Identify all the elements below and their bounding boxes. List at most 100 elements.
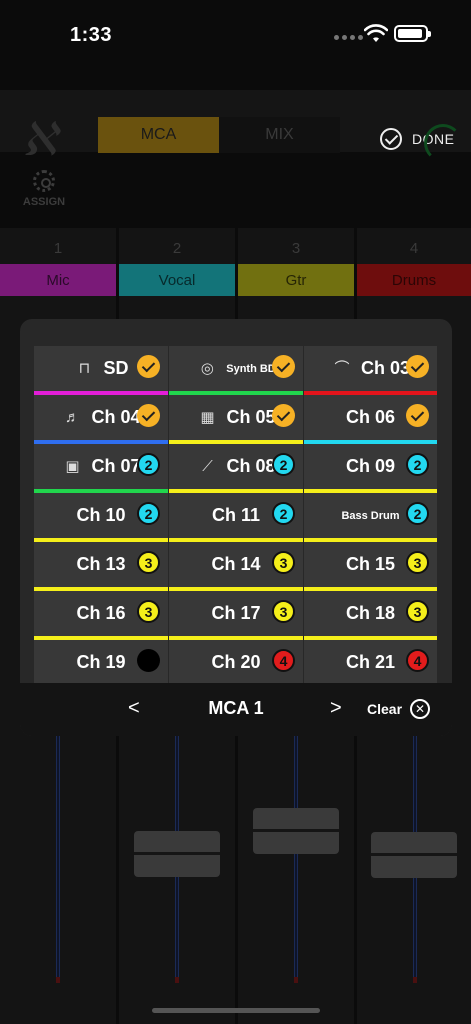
- mca-number-badge: 2: [137, 453, 160, 476]
- mca-number-badge: 3: [137, 600, 160, 623]
- assigned-check-icon: [137, 355, 160, 378]
- guitar-icon: ♬: [64, 408, 80, 426]
- strip-label[interactable]: Gtr: [238, 264, 354, 296]
- channel-name: Ch 21: [345, 652, 396, 672]
- mca-number-badge: 3: [272, 551, 295, 574]
- channel-name: Ch 06: [345, 407, 396, 427]
- fader-track: [56, 723, 60, 983]
- channel-cell[interactable]: ▦ Ch 05: [169, 395, 303, 444]
- mca-number-badge: 2: [272, 502, 295, 525]
- channel-cell[interactable]: Bass Drum 2: [304, 493, 437, 542]
- channel-cell[interactable]: ⌒ Ch 03: [304, 346, 437, 395]
- channel-name: Ch 09: [345, 456, 396, 476]
- channel-name: Ch 19: [76, 652, 126, 672]
- clear-button[interactable]: Clear ✕: [367, 699, 431, 719]
- channel-name: Ch 14: [211, 554, 261, 574]
- channel-cell[interactable]: Ch 17 3: [169, 591, 303, 640]
- channel-cell[interactable]: ◎ Synth BD: [169, 346, 303, 395]
- channel-name: Ch 05: [226, 407, 276, 427]
- channel-name: Ch 17: [211, 603, 261, 623]
- mca-assign-modal: ⊓ SD ◎ Synth BD ⌒ Ch 03 ♬ Ch 04 ▦ Ch 05 Ch 06 ▣ Ch 0…: [20, 319, 452, 736]
- assigned-check-icon: [406, 404, 429, 427]
- strip-label[interactable]: Drums: [357, 264, 471, 296]
- channel-name: Bass Drum: [341, 509, 400, 522]
- status-bar: 1:33: [0, 0, 471, 70]
- fader-handle[interactable]: [134, 831, 220, 877]
- fader-handle[interactable]: [253, 808, 339, 854]
- assigned-check-icon: [272, 404, 295, 427]
- status-time: 1:33: [70, 24, 113, 46]
- keyboard-icon: ▦: [200, 408, 215, 426]
- strip-number: 2: [172, 240, 182, 257]
- channel-name: Ch 07: [91, 456, 141, 476]
- channel-cell[interactable]: ⊓ SD: [34, 346, 168, 395]
- top-toolbar: ℵ MCA MIX DONE: [0, 90, 471, 166]
- cellular-signal-icon: [334, 35, 363, 40]
- unassigned-dot: [137, 649, 160, 672]
- clear-label: Clear: [367, 701, 403, 717]
- mca-number-badge: 3: [406, 551, 429, 574]
- channel-name: Ch 15: [345, 554, 396, 574]
- amplifier-icon: ▣: [65, 457, 80, 475]
- bass-drum-icon: ◎: [200, 359, 214, 377]
- channel-cell[interactable]: Ch 15 3: [304, 542, 437, 591]
- mca-number-badge: 2: [406, 453, 429, 476]
- assigned-check-icon: [406, 355, 429, 378]
- strip-number: 4: [409, 240, 419, 257]
- status-ring-icon: [424, 124, 462, 162]
- app-logo-icon: ℵ: [22, 112, 57, 166]
- fader-handle[interactable]: [371, 832, 457, 878]
- channel-name: Ch 16: [76, 603, 126, 623]
- assigned-check-icon: [272, 355, 295, 378]
- channel-name: Ch 11: [211, 505, 261, 525]
- channel-cell[interactable]: Ch 14 3: [169, 542, 303, 591]
- tab-mix[interactable]: MIX: [219, 117, 340, 153]
- wifi-icon: [364, 24, 388, 42]
- channel-name: Ch 10: [76, 505, 126, 525]
- channel-cell[interactable]: Ch 19: [34, 640, 168, 689]
- close-circle-icon: ✕: [410, 699, 431, 719]
- tab-mca[interactable]: MCA: [98, 117, 219, 153]
- mca-navigation-bar: < MCA 1 > Clear ✕: [20, 683, 452, 736]
- channel-name: Ch 13: [76, 554, 126, 574]
- next-mca-button[interactable]: >: [330, 697, 342, 720]
- mca-number-badge: 2: [406, 502, 429, 525]
- strip-number: 1: [53, 240, 63, 257]
- strip-label[interactable]: Vocal: [119, 264, 235, 296]
- channel-name: Ch 03: [360, 358, 411, 378]
- mca-number-badge: 4: [272, 649, 295, 672]
- home-indicator: [152, 1008, 320, 1013]
- mca-number-badge: 2: [137, 502, 160, 525]
- channel-cell[interactable]: Ch 21 4: [304, 640, 437, 689]
- assign-button[interactable]: ASSIGN: [22, 170, 66, 208]
- channel-cell[interactable]: ▣ Ch 07 2: [34, 444, 168, 493]
- channel-name: Ch 20: [211, 652, 261, 672]
- drum-kit-icon: ⊓: [78, 359, 91, 377]
- channel-name: Ch 08: [226, 456, 276, 476]
- cymbal-icon: ⌒: [334, 359, 350, 377]
- mca-number-badge: 3: [272, 600, 295, 623]
- mca-number-badge: 2: [272, 453, 295, 476]
- channel-name: Ch 18: [345, 603, 396, 623]
- mca-number-badge: 3: [137, 551, 160, 574]
- gear-icon: [33, 170, 55, 192]
- channel-cell[interactable]: ♬ Ch 04: [34, 395, 168, 444]
- channel-name: SD: [103, 358, 129, 378]
- strip-label[interactable]: Mic: [0, 264, 116, 296]
- channel-cell[interactable]: ⟋ Ch 08 2: [169, 444, 303, 493]
- channel-cell[interactable]: Ch 13 3: [34, 542, 168, 591]
- channel-cell[interactable]: Ch 16 3: [34, 591, 168, 640]
- channel-name: Synth BD: [226, 362, 276, 375]
- checkmark-circle-icon: [380, 128, 402, 150]
- channel-cell[interactable]: Ch 09 2: [304, 444, 437, 493]
- channel-cell[interactable]: Ch 20 4: [169, 640, 303, 689]
- mode-segmented-control: MCA MIX: [98, 117, 340, 153]
- mca-number-badge: 4: [406, 649, 429, 672]
- channel-cell[interactable]: Ch 11 2: [169, 493, 303, 542]
- mca-number-badge: 3: [406, 600, 429, 623]
- channel-cell[interactable]: Ch 06: [304, 395, 437, 444]
- channel-cell[interactable]: Ch 10 2: [34, 493, 168, 542]
- assigned-check-icon: [137, 404, 160, 427]
- channel-cell[interactable]: Ch 18 3: [304, 591, 437, 640]
- electric-guitar-icon: ⟋: [202, 457, 213, 475]
